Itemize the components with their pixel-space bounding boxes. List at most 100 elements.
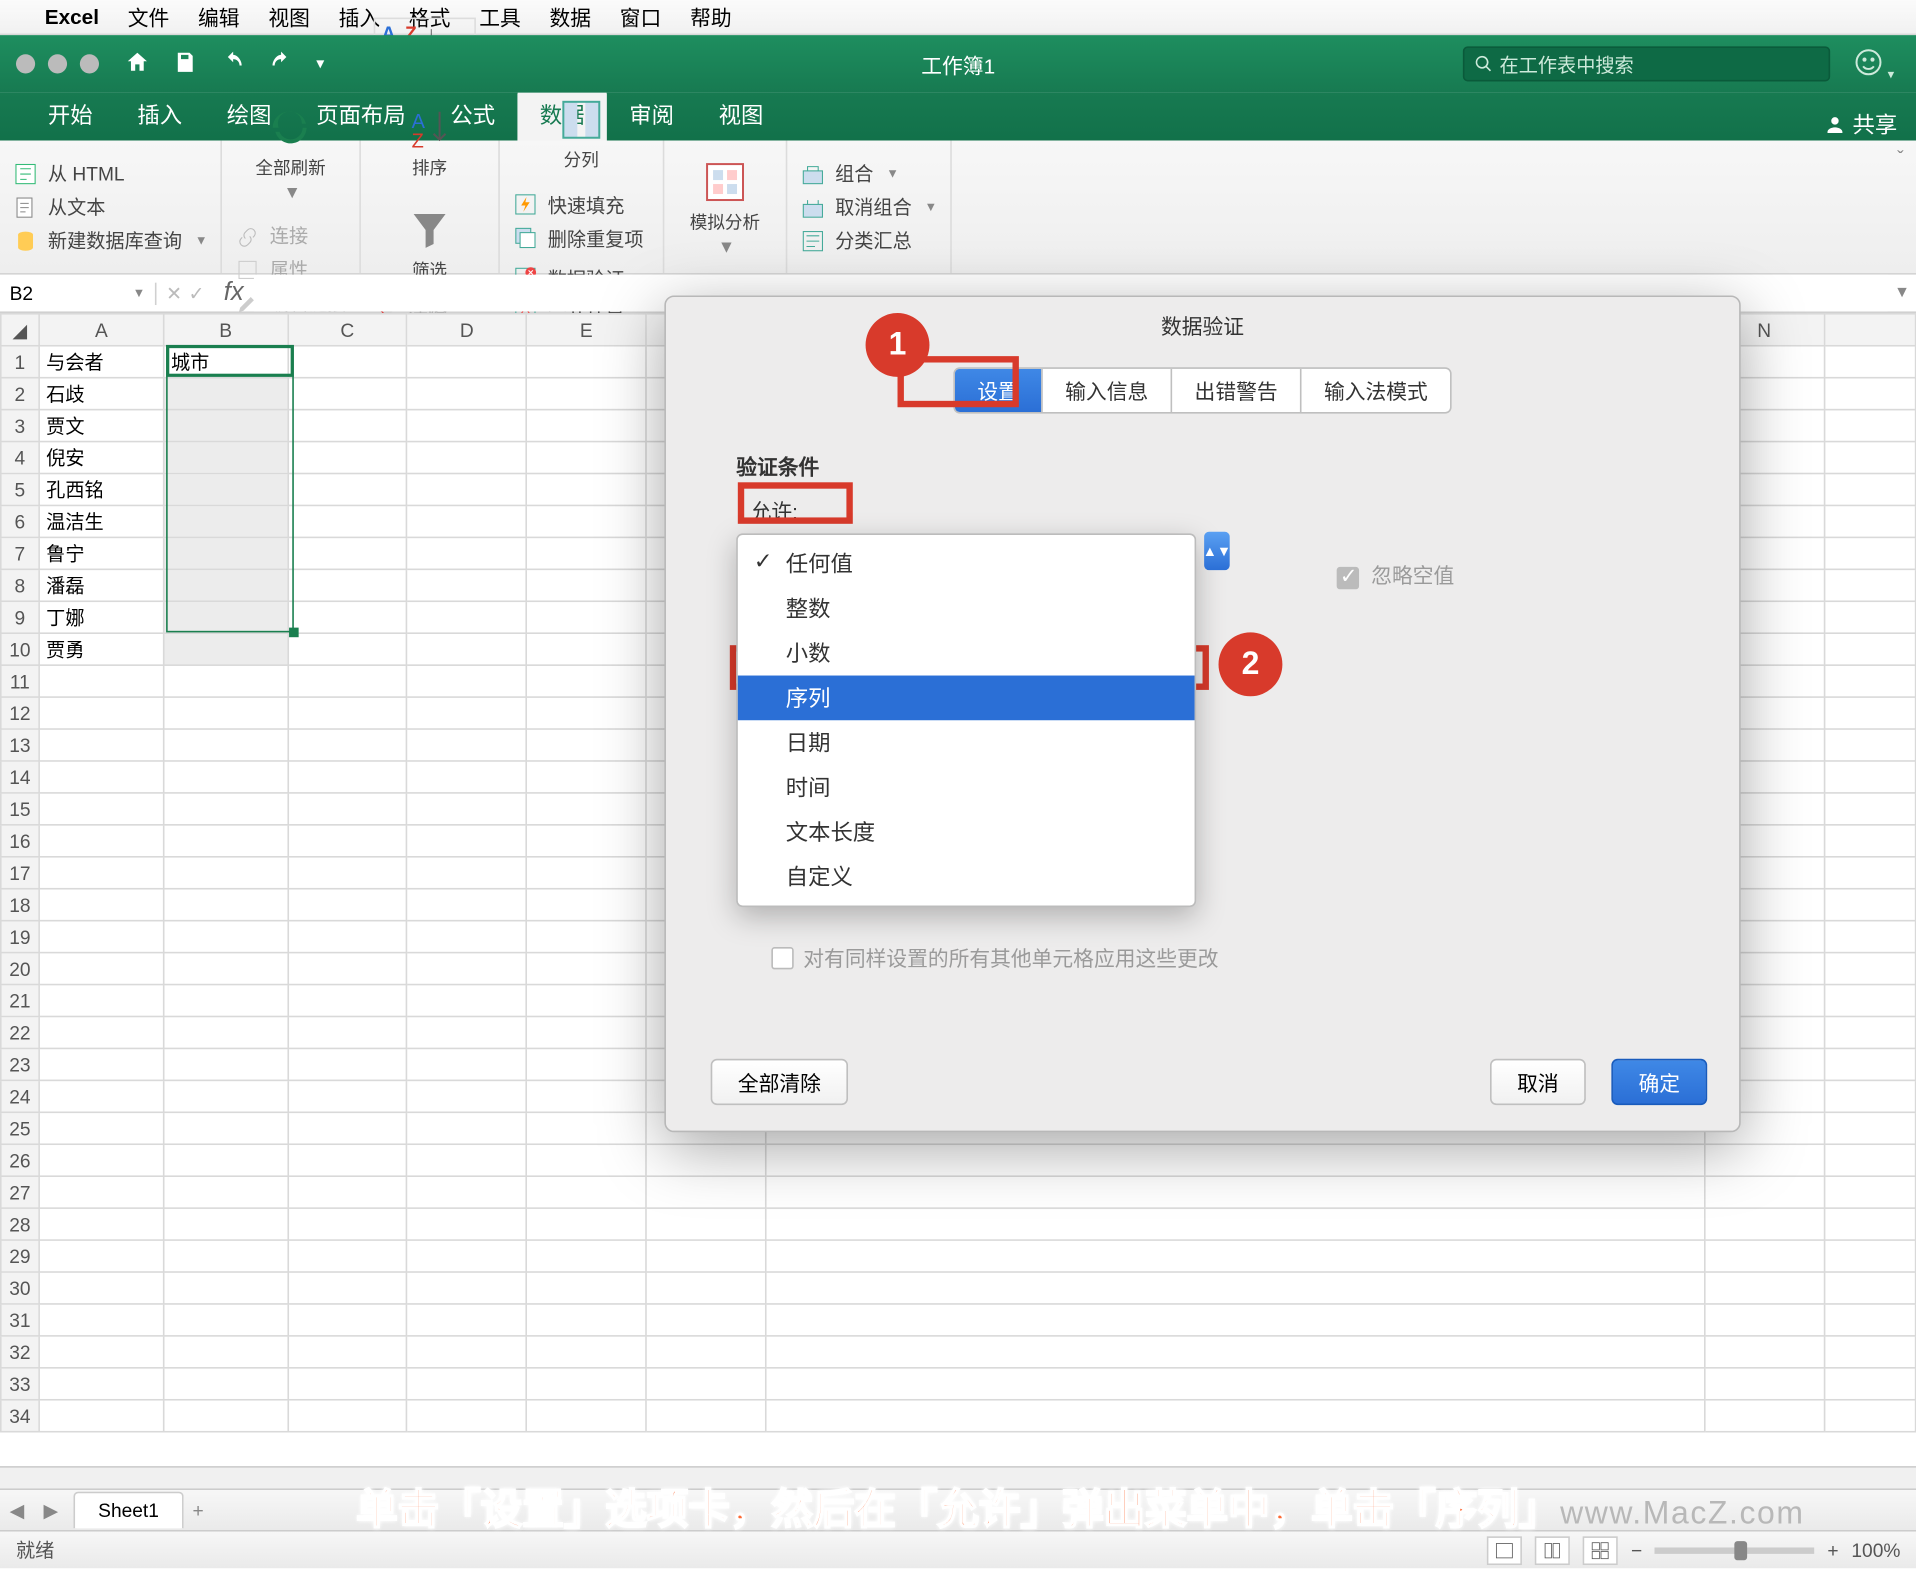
cell[interactable] [407, 1112, 527, 1144]
cell[interactable]: 城市 [164, 346, 288, 378]
select-all-corner[interactable]: ◢ [1, 314, 39, 346]
cell[interactable] [646, 1400, 765, 1432]
cell[interactable] [164, 761, 288, 793]
cell[interactable] [39, 1336, 164, 1368]
cell[interactable] [527, 1240, 646, 1272]
cell[interactable] [407, 346, 527, 378]
cell[interactable] [527, 697, 646, 729]
cell[interactable] [39, 889, 164, 921]
cell[interactable] [1824, 1304, 1916, 1336]
save-icon[interactable] [172, 49, 198, 79]
cell[interactable] [39, 985, 164, 1017]
cell[interactable] [1704, 1144, 1824, 1176]
row-header[interactable]: 30 [1, 1272, 39, 1304]
connections-button[interactable]: 连接 [235, 222, 347, 249]
cell[interactable] [1824, 1144, 1916, 1176]
cell[interactable] [527, 569, 646, 601]
row-header[interactable]: 2 [1, 378, 39, 410]
cell[interactable] [407, 857, 527, 889]
cell[interactable] [407, 1208, 527, 1240]
cell[interactable] [527, 346, 646, 378]
cell[interactable] [407, 474, 527, 506]
option-decimal[interactable]: 小数 [738, 631, 1195, 676]
dialog-tab-settings[interactable]: 设置 [955, 369, 1043, 412]
cell[interactable] [527, 601, 646, 633]
cell[interactable] [407, 1080, 527, 1112]
cell[interactable] [39, 1016, 164, 1048]
cell[interactable] [407, 1016, 527, 1048]
cell[interactable] [288, 1048, 408, 1080]
name-box[interactable]: B2▼ [0, 282, 157, 304]
cell[interactable] [164, 825, 288, 857]
row-header[interactable]: 22 [1, 1016, 39, 1048]
minimize-window-icon[interactable] [48, 54, 67, 73]
cell[interactable] [407, 505, 527, 537]
cell[interactable] [39, 729, 164, 761]
cell[interactable] [765, 1240, 1704, 1272]
ok-button[interactable]: 确定 [1611, 1059, 1707, 1105]
cell[interactable]: 孔西铭 [39, 474, 164, 506]
row-header[interactable]: 9 [1, 601, 39, 633]
cell[interactable] [164, 410, 288, 442]
close-window-icon[interactable] [16, 54, 35, 73]
cell[interactable] [527, 410, 646, 442]
from-html-button[interactable]: 从 HTML [13, 160, 208, 187]
row-header[interactable]: 3 [1, 410, 39, 442]
text-to-columns-button[interactable]: 分列 [513, 89, 650, 178]
option-time[interactable]: 时间 [738, 765, 1195, 810]
cell[interactable] [1824, 1016, 1916, 1048]
row-header[interactable]: 12 [1, 697, 39, 729]
cell[interactable] [527, 953, 646, 985]
cell[interactable] [288, 665, 408, 697]
cell[interactable] [1824, 665, 1916, 697]
cell[interactable]: 石歧 [39, 378, 164, 410]
cell[interactable] [164, 601, 288, 633]
cell[interactable] [527, 1176, 646, 1208]
row-header[interactable]: 32 [1, 1336, 39, 1368]
cell[interactable] [407, 953, 527, 985]
cell[interactable] [407, 825, 527, 857]
cell[interactable] [39, 1240, 164, 1272]
cell[interactable] [407, 442, 527, 474]
cell[interactable] [1824, 346, 1916, 378]
cell[interactable] [39, 825, 164, 857]
cell[interactable] [407, 1144, 527, 1176]
cell[interactable] [407, 1240, 527, 1272]
option-custom[interactable]: 自定义 [738, 854, 1195, 899]
cell[interactable] [288, 1080, 408, 1112]
cell[interactable] [527, 825, 646, 857]
cell[interactable] [527, 761, 646, 793]
zoom-in-icon[interactable]: + [1827, 1539, 1838, 1561]
cell[interactable] [39, 1304, 164, 1336]
row-header[interactable]: 14 [1, 761, 39, 793]
row-header[interactable]: 18 [1, 889, 39, 921]
cell[interactable] [1824, 1240, 1916, 1272]
cell[interactable] [646, 1304, 765, 1336]
cell[interactable] [1824, 569, 1916, 601]
tab-insert[interactable]: 插入 [115, 89, 204, 140]
cell[interactable] [164, 1208, 288, 1240]
cell[interactable] [646, 1240, 765, 1272]
cell[interactable] [407, 1400, 527, 1432]
page-layout-view-icon[interactable] [1535, 1536, 1570, 1565]
cell[interactable] [1824, 1080, 1916, 1112]
cell[interactable] [407, 1176, 527, 1208]
cell[interactable] [164, 793, 288, 825]
cell[interactable] [527, 1016, 646, 1048]
cell[interactable] [527, 1144, 646, 1176]
dialog-tab-input-msg[interactable]: 输入信息 [1043, 369, 1172, 412]
window-controls[interactable] [0, 54, 115, 73]
cell[interactable] [164, 378, 288, 410]
undo-icon[interactable] [220, 49, 246, 79]
row-header[interactable]: 5 [1, 474, 39, 506]
cell[interactable] [164, 474, 288, 506]
cell[interactable] [164, 665, 288, 697]
cell[interactable] [765, 1304, 1704, 1336]
cell[interactable] [765, 1400, 1704, 1432]
cell[interactable] [527, 1368, 646, 1400]
option-date[interactable]: 日期 [738, 720, 1195, 765]
cell[interactable] [164, 1144, 288, 1176]
cell[interactable] [407, 1272, 527, 1304]
cell[interactable] [39, 761, 164, 793]
cell[interactable] [1704, 1400, 1824, 1432]
